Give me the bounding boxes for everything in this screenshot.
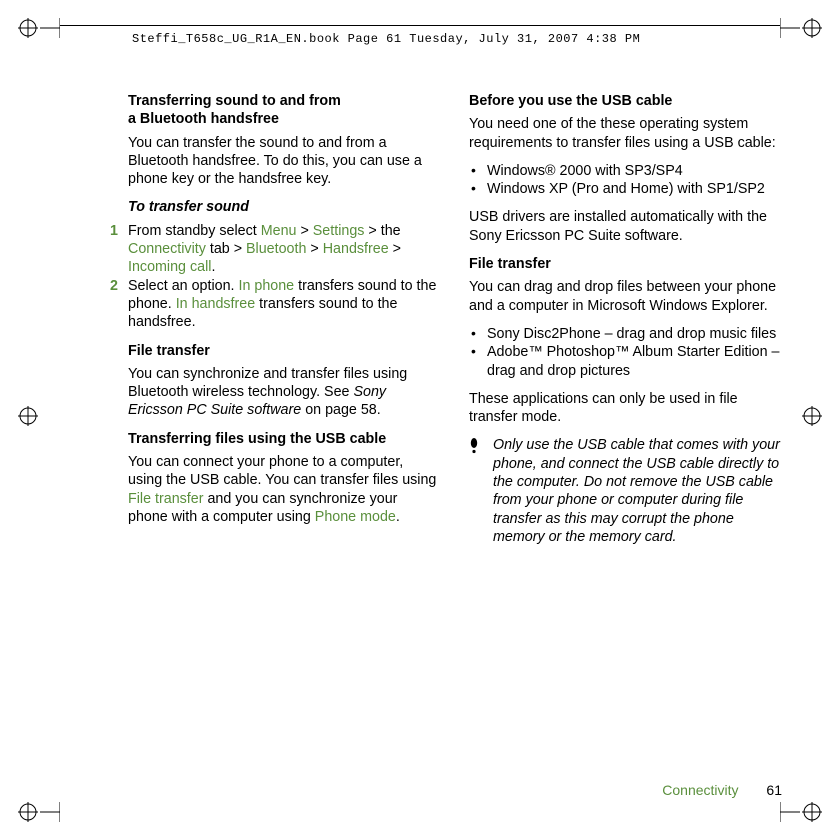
heading-transfer-sound: Transferring sound to and from a Bluetoo… (128, 92, 441, 129)
step-body: Select an option. In phone transfers sou… (128, 277, 441, 332)
menu-path: Phone mode (315, 509, 396, 525)
menu-path: Connectivity (128, 241, 206, 257)
text: You can connect your phone to a computer… (128, 454, 436, 488)
text: From standby select (128, 223, 261, 239)
header-rule (60, 25, 780, 26)
text: Transferring sound to and from (128, 93, 341, 109)
paragraph: You can connect your phone to a computer… (128, 453, 441, 526)
page-content: Transferring sound to and from a Bluetoo… (128, 92, 782, 546)
crop-mark-top-right (780, 18, 822, 38)
list-item: Adobe™ Photoshop™ Album Starter Edition … (469, 343, 782, 380)
crop-mark-bottom-right (780, 802, 822, 822)
paragraph: You can transfer the sound to and from a… (128, 134, 441, 189)
crop-mark-mid-right (802, 406, 822, 426)
paragraph: USB drivers are installed automatically … (469, 208, 782, 245)
step-number: 2 (110, 277, 118, 295)
warning-icon (469, 438, 483, 546)
heading-file-transfer-right: File transfer (469, 255, 782, 273)
footer-page-number: 61 (766, 782, 782, 798)
step-number: 1 (110, 222, 118, 240)
paragraph: You can drag and drop files between your… (469, 278, 782, 315)
text: Select an option. (128, 278, 238, 294)
list-item: Sony Disc2Phone – drag and drop music fi… (469, 325, 782, 343)
left-column: Transferring sound to and from a Bluetoo… (128, 92, 441, 546)
os-list: Windows® 2000 with SP3/SP4 Windows XP (P… (469, 162, 782, 199)
heading-to-transfer: To transfer sound (128, 198, 441, 216)
text: tab > (206, 241, 246, 257)
text: a Bluetooth handsfree (128, 111, 279, 127)
text: > the (364, 223, 400, 239)
menu-path: Menu (261, 223, 297, 239)
crop-mark-mid-left (18, 406, 38, 426)
crop-mark-bottom-left (18, 802, 60, 822)
text: > (306, 241, 322, 257)
paragraph: These applications can only be used in f… (469, 390, 782, 427)
menu-path: Handsfree (323, 241, 389, 257)
warning-text: Only use the USB cable that comes with y… (493, 436, 782, 546)
menu-path: Settings (313, 223, 365, 239)
right-column: Before you use the USB cable You need on… (469, 92, 782, 546)
footer-section: Connectivity (662, 782, 738, 798)
list-item: Windows XP (Pro and Home) with SP1/SP2 (469, 180, 782, 198)
step-body: From standby select Menu > Settings > th… (128, 222, 441, 277)
crop-mark-top-left (18, 18, 60, 38)
header-filename: Steffi_T658c_UG_R1A_EN.book Page 61 Tues… (132, 32, 640, 46)
text: > (296, 223, 312, 239)
paragraph: You need one of the these operating syst… (469, 115, 782, 152)
steps-list: 1 From standby select Menu > Settings > … (128, 222, 441, 332)
app-list: Sony Disc2Phone – drag and drop music fi… (469, 325, 782, 380)
step-2: 2 Select an option. In phone transfers s… (128, 277, 441, 332)
list-item: Windows® 2000 with SP3/SP4 (469, 162, 782, 180)
paragraph: You can synchronize and transfer files u… (128, 365, 441, 420)
menu-path: File transfer (128, 491, 203, 507)
text: on page 58. (301, 402, 381, 418)
menu-path: Incoming call (128, 259, 211, 275)
menu-path: Bluetooth (246, 241, 306, 257)
heading-before-usb: Before you use the USB cable (469, 92, 782, 110)
page-footer: Connectivity 61 (662, 782, 782, 798)
menu-path: In phone (238, 278, 294, 294)
step-1: 1 From standby select Menu > Settings > … (128, 222, 441, 277)
text: > (389, 241, 401, 257)
warning-note: Only use the USB cable that comes with y… (469, 436, 782, 546)
heading-file-transfer: File transfer (128, 342, 441, 360)
heading-usb-transfer: Transferring files using the USB cable (128, 430, 441, 448)
text: . (396, 509, 400, 525)
text: . (211, 259, 215, 275)
menu-path: In handsfree (176, 296, 256, 312)
